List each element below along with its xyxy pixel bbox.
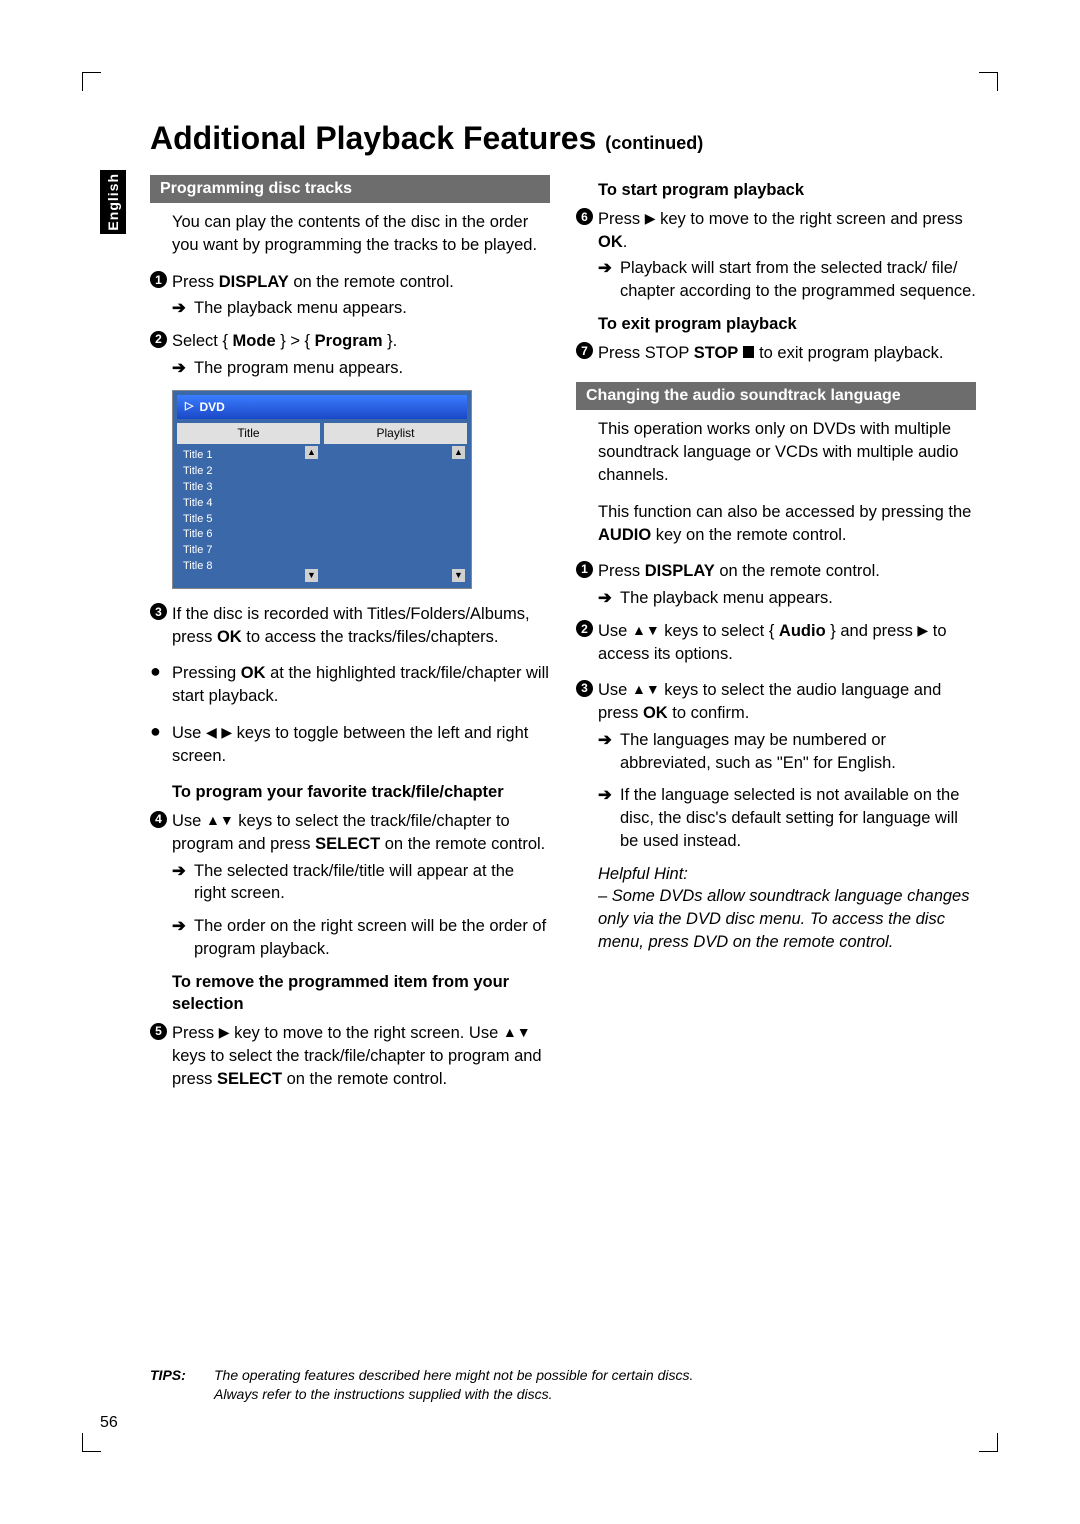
- intro-text: This function can also be accessed by pr…: [598, 501, 976, 547]
- subheading: To exit program playback: [598, 313, 976, 336]
- step-1-result: ➔The playback menu appears.: [172, 297, 550, 320]
- crop-mark: [979, 72, 998, 91]
- subheading: To start program playback: [598, 179, 976, 202]
- step-6-result: ➔Playback will start from the selected t…: [598, 257, 976, 303]
- audio-step-3-result-2: ➔If the language selected is not availab…: [598, 784, 976, 852]
- section-heading-programming: Programming disc tracks: [150, 175, 550, 203]
- subheading: To program your favorite track/file/chap…: [172, 781, 550, 804]
- page-title: Additional Playback Features (continued): [150, 120, 980, 157]
- right-column: To start program playback 6 Press ▶ key …: [576, 171, 976, 1095]
- bullet-item: ● Use ◀ ▶ keys to toggle between the lef…: [150, 722, 550, 768]
- step-number-icon: 2: [150, 331, 167, 348]
- step-6: 6 Press ▶ key to move to the right scree…: [576, 208, 976, 254]
- step-2-result: ➔The program menu appears.: [172, 357, 550, 380]
- step-number-icon: 3: [576, 680, 593, 697]
- audio-step-1-result: ➔The playback menu appears.: [598, 587, 976, 610]
- scroll-up-icon: ▲: [452, 446, 465, 459]
- tips-footer: TIPS: The operating features described h…: [150, 1366, 950, 1404]
- step-3: 3 If the disc is recorded with Titles/Fo…: [150, 603, 550, 649]
- left-column: Programming disc tracks You can play the…: [150, 171, 550, 1095]
- intro-text: You can play the contents of the disc in…: [172, 211, 550, 257]
- title-list: Title 1 Title 2 Title 3 Title 4 Title 5 …: [177, 444, 320, 584]
- step-number-icon: 4: [150, 811, 167, 828]
- section-heading-audio: Changing the audio soundtrack language: [576, 382, 976, 410]
- page-number: 56: [100, 1414, 118, 1432]
- scroll-up-icon: ▲: [305, 446, 318, 459]
- audio-step-3: 3 Use ▲▼ keys to select the audio langua…: [576, 679, 976, 725]
- step-number-icon: 1: [576, 561, 593, 578]
- step-number-icon: 1: [150, 271, 167, 288]
- step-1: 1 Press DISPLAY on the remote control.: [150, 271, 550, 294]
- pane-header-title: Title: [177, 423, 320, 444]
- crop-mark: [82, 1433, 101, 1452]
- step-number-icon: 6: [576, 208, 593, 225]
- play-icon: ▷: [185, 399, 193, 414]
- subheading: To remove the programmed item from your …: [172, 971, 550, 1017]
- audio-step-1: 1 Press DISPLAY on the remote control.: [576, 560, 976, 583]
- step-2: 2 Select { Mode } > { Program }.: [150, 330, 550, 353]
- playlist-list: ▲ ▼: [324, 444, 467, 584]
- step-number-icon: 3: [150, 603, 167, 620]
- crop-mark: [979, 1433, 998, 1452]
- step-4-result: ➔The selected track/file/title will appe…: [172, 860, 550, 906]
- intro-text: This operation works only on DVDs with m…: [598, 418, 976, 486]
- audio-step-3-result: ➔The languages may be numbered or abbrev…: [598, 729, 976, 775]
- step-7: 7 Press STOP STOP to exit program playba…: [576, 342, 976, 365]
- crop-mark: [82, 72, 101, 91]
- helpful-hint: Helpful Hint: – Some DVDs allow soundtra…: [598, 863, 976, 954]
- step-number-icon: 2: [576, 620, 593, 637]
- step-number-icon: 5: [150, 1023, 167, 1040]
- step-4: 4 Use ▲▼ keys to select the track/file/c…: [150, 810, 550, 856]
- audio-step-2: 2 Use ▲▼ keys to select { Audio } and pr…: [576, 620, 976, 666]
- step-number-icon: 7: [576, 342, 593, 359]
- stop-icon: [743, 346, 755, 358]
- scroll-down-icon: ▼: [452, 569, 465, 582]
- pane-header-playlist: Playlist: [324, 423, 467, 444]
- step-4-result-2: ➔The order on the right screen will be t…: [172, 915, 550, 961]
- step-5: 5 Press ▶ key to move to the right scree…: [150, 1022, 550, 1090]
- program-menu-screenshot: ▷DVD Title Title 1 Title 2 Title 3 Title…: [172, 390, 472, 589]
- bullet-item: ● Pressing OK at the highlighted track/f…: [150, 662, 550, 708]
- scroll-down-icon: ▼: [305, 569, 318, 582]
